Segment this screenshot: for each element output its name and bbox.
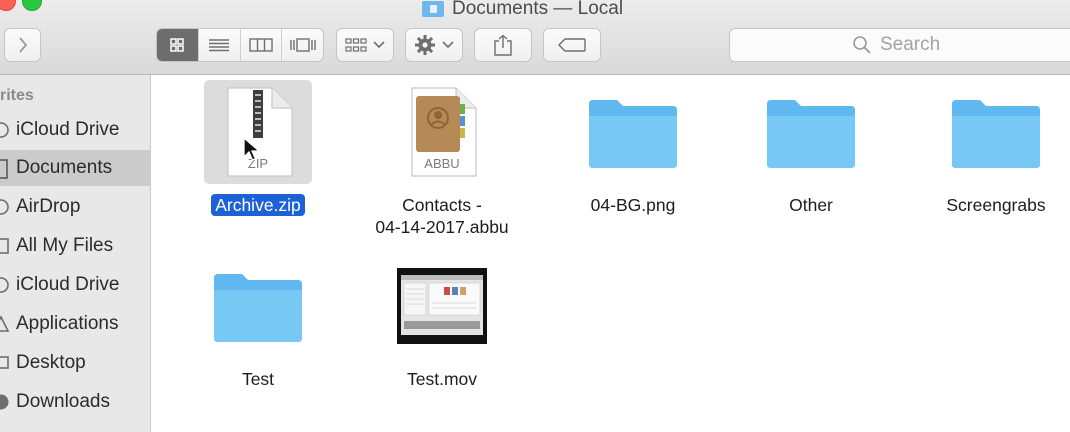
search-placeholder: Search <box>880 34 941 55</box>
sidebar-item-all-my-files[interactable]: All My Files <box>0 228 151 264</box>
file-item-test[interactable]: Test <box>166 254 350 390</box>
file-thumbnail <box>388 254 496 358</box>
sidebar-item-downloads[interactable]: Downloads <box>0 384 151 420</box>
chevron-right-icon <box>18 37 27 53</box>
file-name-line: 04-14-2017.abbu <box>375 217 509 237</box>
file-name[interactable]: Test.mov <box>403 368 481 390</box>
cloud-icon <box>0 276 10 294</box>
folder-icon <box>589 100 677 168</box>
file-icon-grid: ZIP Archive.zip ABBU Contacts - 04-14-20… <box>152 76 1070 432</box>
columns-icon <box>249 38 273 52</box>
folder-icon <box>422 1 444 17</box>
window-title: Documents — Local <box>422 0 623 20</box>
folder-icon <box>214 274 302 342</box>
file-thumbnail: ABBU <box>388 80 496 184</box>
file-name[interactable]: Screengrabs <box>942 194 1049 216</box>
window-toolbar: Documents — Local Search <box>0 0 1070 75</box>
file-name-line: Contacts - <box>402 195 482 215</box>
sidebar-item-label: All My Files <box>16 235 114 256</box>
file-thumbnail <box>204 254 312 358</box>
zip-file-icon: ZIP <box>227 87 293 177</box>
column-view-button[interactable] <box>241 29 283 61</box>
share-icon <box>494 34 512 56</box>
sidebar-item-label: iCloud Drive <box>16 119 120 140</box>
airdrop-icon <box>0 198 10 216</box>
sidebar-item-label: iCloud Drive <box>16 274 120 295</box>
sidebar-item-label: Desktop <box>16 352 86 373</box>
file-item-other[interactable]: Other <box>719 80 903 216</box>
file-name[interactable]: 04-BG.png <box>587 194 680 216</box>
window-title-label: Documents — Local <box>452 0 624 19</box>
address-book-file-icon: ABBU <box>411 87 477 177</box>
file-thumbnail <box>757 80 865 184</box>
sidebar-item-icloud-drive[interactable]: iCloud Drive <box>0 112 151 148</box>
file-thumbnail <box>579 80 687 184</box>
mouse-cursor-icon <box>243 137 261 161</box>
action-button[interactable] <box>405 28 463 62</box>
folder-icon <box>952 100 1040 168</box>
document-icon <box>0 159 10 179</box>
gear-icon <box>415 35 435 55</box>
file-name[interactable]: Other <box>785 194 837 216</box>
file-thumbnail: ZIP <box>204 80 312 184</box>
file-name[interactable]: Test <box>238 368 278 390</box>
file-item-04-bg[interactable]: 04-BG.png <box>541 80 725 216</box>
abbu-thumb-label: ABBU <box>424 156 459 171</box>
list-view-button[interactable] <box>199 29 241 61</box>
desktop-icon <box>0 354 10 372</box>
applications-icon <box>0 315 10 333</box>
sidebar: rites iCloud Drive Documents AirDrop All… <box>0 75 151 432</box>
close-window-button[interactable] <box>0 0 16 11</box>
search-input[interactable]: Search <box>729 28 1070 62</box>
cloud-icon <box>0 121 10 139</box>
sidebar-item-applications[interactable]: Applications <box>0 306 151 342</box>
sidebar-item-label: AirDrop <box>16 196 81 217</box>
sidebar-item-label: Applications <box>16 313 119 334</box>
zoom-window-button[interactable] <box>22 0 42 11</box>
sidebar-item-label: Documents <box>16 157 113 178</box>
coverflow-view-button[interactable] <box>282 29 323 61</box>
file-item-test-mov[interactable]: Test.mov <box>350 254 534 390</box>
sidebar-item-documents[interactable]: Documents <box>0 150 151 186</box>
forward-button[interactable] <box>4 28 41 62</box>
list-icon <box>209 39 230 52</box>
chevron-down-icon <box>442 41 454 49</box>
coverflow-icon <box>289 38 316 52</box>
search-icon <box>853 36 871 54</box>
sidebar-item-airdrop[interactable]: AirDrop <box>0 189 151 225</box>
share-button[interactable] <box>474 28 532 62</box>
file-item-screengrabs[interactable]: Screengrabs <box>904 80 1070 216</box>
movie-thumbnail-icon <box>397 268 487 344</box>
arrange-grid-icon <box>345 38 367 52</box>
files-icon <box>0 237 10 255</box>
grid-icon <box>170 38 185 52</box>
file-name[interactable]: Archive.zip <box>211 194 305 216</box>
sidebar-item-desktop[interactable]: Desktop <box>0 345 151 381</box>
sidebar-item-label: Downloads <box>16 391 110 412</box>
icon-view-button[interactable] <box>157 29 199 61</box>
chevron-down-icon <box>373 41 385 49</box>
tag-icon <box>558 38 586 52</box>
sidebar-heading-favorites: rites <box>0 87 34 104</box>
arrange-button[interactable] <box>336 28 394 62</box>
file-thumbnail <box>942 80 1050 184</box>
file-item-contacts-abbu[interactable]: ABBU Contacts - 04-14-2017.abbu <box>350 80 534 238</box>
sidebar-item-icloud-drive-2[interactable]: iCloud Drive <box>0 267 151 303</box>
download-icon <box>0 393 10 411</box>
tag-button[interactable] <box>543 28 601 62</box>
view-mode-control <box>156 28 324 62</box>
folder-icon <box>767 100 855 168</box>
file-name[interactable]: Contacts - 04-14-2017.abbu <box>371 194 512 238</box>
